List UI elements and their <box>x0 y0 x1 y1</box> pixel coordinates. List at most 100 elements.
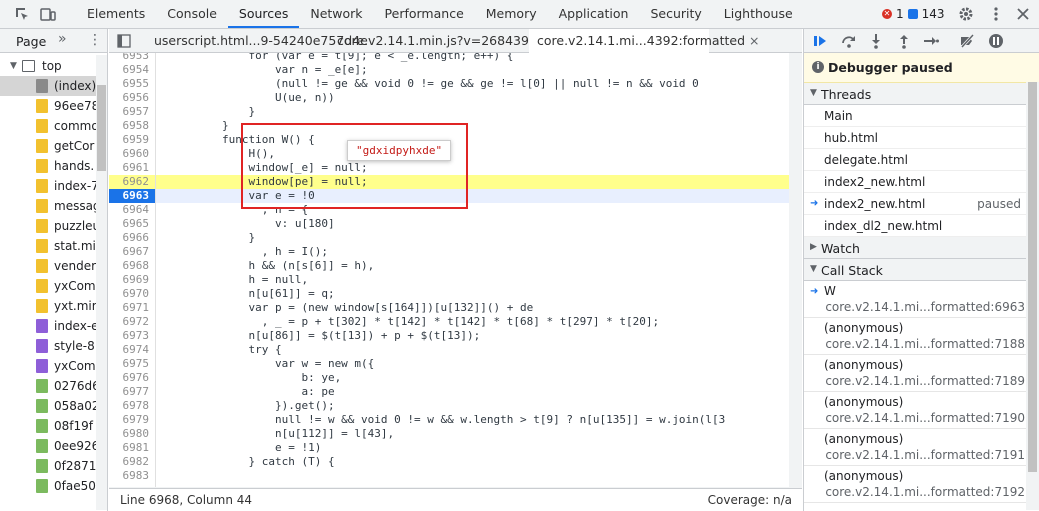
code-line[interactable]: 6974 try { <box>109 343 789 357</box>
navigator-file-item[interactable]: 0ee926 <box>0 436 96 456</box>
code-line[interactable]: 6965 v: u[180] <box>109 217 789 231</box>
navigator-scrollbar[interactable] <box>96 55 107 510</box>
line-number[interactable]: 6953 <box>109 53 150 63</box>
line-number[interactable]: 6976 <box>109 371 150 385</box>
line-number[interactable]: 6958 <box>109 119 150 133</box>
code-line[interactable]: 6957 } <box>109 105 789 119</box>
thread-item[interactable]: index_dl2_new.html <box>804 215 1039 237</box>
code-view[interactable]: 6953 for (var e = t[9]; e < _e.length; e… <box>109 53 789 488</box>
thread-item[interactable]: hub.html <box>804 127 1039 149</box>
navigator-file-item[interactable]: 96ee78 <box>0 96 96 116</box>
line-number[interactable]: 6982 <box>109 455 150 469</box>
navigator-file-item[interactable]: messag <box>0 196 96 216</box>
navigator-file-item[interactable]: 058a02 <box>0 396 96 416</box>
line-number[interactable]: 6957 <box>109 105 150 119</box>
navigator-menu-icon[interactable]: ⋮ <box>88 32 102 48</box>
call-frame[interactable]: ➜ Wcore.v2.14.1.mi...formatted:6963 <box>804 281 1039 318</box>
line-number[interactable]: 6956 <box>109 91 150 105</box>
thread-item[interactable]: ➜ index2_new.html paused <box>804 193 1039 215</box>
code-line[interactable]: 6973 n[u[86]] = $(t[13]) + p + $(t[13]); <box>109 329 789 343</box>
close-devtools-icon[interactable] <box>1015 6 1031 22</box>
close-tab-icon[interactable]: × <box>749 33 759 48</box>
navigator-file-item[interactable]: 0276d6 <box>0 376 96 396</box>
code-line[interactable]: 6972 , _ = p + t[302] * t[142] * t[142] … <box>109 315 789 329</box>
sidebar-scroll-thumb[interactable] <box>1028 82 1037 472</box>
line-number[interactable]: 6974 <box>109 343 150 357</box>
navigator-file-item[interactable]: index-7 <box>0 176 96 196</box>
code-line[interactable]: 6956 U(ue, n)) <box>109 91 789 105</box>
line-number[interactable]: 6955 <box>109 77 150 91</box>
code-vertical-scrollbar[interactable] <box>789 53 802 488</box>
navigator-file-item[interactable]: yxCom <box>0 276 96 296</box>
tree-item-top[interactable]: ▼ top <box>0 56 96 76</box>
line-number[interactable]: 6983 <box>109 469 150 483</box>
watch-section-header[interactable]: ▶ Watch <box>804 237 1039 259</box>
code-line[interactable]: 6966 } <box>109 231 789 245</box>
code-line[interactable]: 6983 <box>109 469 789 483</box>
code-line[interactable]: 6976 b: ye, <box>109 371 789 385</box>
code-line[interactable]: 6977 a: pe <box>109 385 789 399</box>
line-number[interactable]: 6978 <box>109 399 150 413</box>
step-icon[interactable] <box>923 33 939 49</box>
code-line[interactable]: 6979 null != w && void 0 != w && w.lengt… <box>109 413 789 427</box>
code-line[interactable]: 6982 } catch (T) { <box>109 455 789 469</box>
call-frame[interactable]: (anonymous) core.v2.14.1.mi...formatted:7… <box>804 355 1039 392</box>
panel-tab-security[interactable]: Security <box>639 0 712 28</box>
line-number[interactable]: 6979 <box>109 413 150 427</box>
navigator-file-item[interactable]: commo <box>0 116 96 136</box>
more-options-icon[interactable] <box>988 6 1004 22</box>
navigator-file-item[interactable]: index-e <box>0 316 96 336</box>
call-frame[interactable]: (anonymous) core.v2.14.1.mi...formatted:7… <box>804 318 1039 355</box>
navigator-file-item[interactable]: 0fae50 <box>0 476 96 496</box>
code-line[interactable]: 6970 n[u[61]] = q; <box>109 287 789 301</box>
line-number[interactable]: 6977 <box>109 385 150 399</box>
line-number[interactable]: 6971 <box>109 301 150 315</box>
threads-section-header[interactable]: ▼ Threads <box>804 83 1039 105</box>
navigator-scroll-thumb[interactable] <box>97 85 106 171</box>
line-number[interactable]: 6965 <box>109 217 150 231</box>
navigator-file-item[interactable]: style-8 <box>0 336 96 356</box>
code-line[interactable]: 6980 n[u[112]] = l[43], <box>109 427 789 441</box>
sidebar-scrollbar[interactable] <box>1026 82 1039 510</box>
line-number[interactable]: 6970 <box>109 287 150 301</box>
editor-tab[interactable]: core.v2.14.1.mi...4392:formatted × <box>529 29 760 53</box>
line-number[interactable]: 6968 <box>109 259 150 273</box>
navigator-file-item[interactable]: yxCom <box>0 356 96 376</box>
navigator-file-item[interactable]: yxt.mir <box>0 296 96 316</box>
line-number[interactable]: 6973 <box>109 329 150 343</box>
navigator-file-item[interactable]: stat.mi <box>0 236 96 256</box>
resume-icon[interactable] <box>812 33 828 49</box>
callstack-section-header[interactable]: ▼ Call Stack <box>804 259 1039 281</box>
line-number[interactable]: 6962 <box>109 175 150 189</box>
code-line[interactable]: 6969 h = null, <box>109 273 789 287</box>
issue-badges[interactable]: ✕ 1 143 <box>882 7 945 21</box>
line-number[interactable]: 6963 <box>109 189 155 203</box>
navigator-file-item[interactable]: (index) <box>0 76 96 96</box>
navigator-file-item[interactable]: 08f19f <box>0 416 96 436</box>
editor-tab[interactable]: core.v2.14.1.min.js?v=2684392 <box>329 29 537 53</box>
thread-item[interactable]: delegate.html <box>804 149 1039 171</box>
settings-gear-icon[interactable] <box>958 6 974 22</box>
line-number[interactable]: 6966 <box>109 231 150 245</box>
thread-item[interactable]: index2_new.html <box>804 171 1039 193</box>
line-number[interactable]: 6959 <box>109 133 150 147</box>
code-line[interactable]: 6955 (null != ge && void 0 != ge && ge !… <box>109 77 789 91</box>
navigator-more-tabs-icon[interactable]: » <box>58 31 67 47</box>
line-number[interactable]: 6980 <box>109 427 150 441</box>
line-number[interactable]: 6961 <box>109 161 150 175</box>
panel-tab-sources[interactable]: Sources <box>227 0 300 28</box>
panel-tab-elements[interactable]: Elements <box>76 0 156 28</box>
line-number[interactable]: 6967 <box>109 245 150 259</box>
call-frame[interactable]: (anonymous) core.v2.14.1.mi...formatted:7… <box>804 429 1039 466</box>
line-number[interactable]: 6975 <box>109 357 150 371</box>
code-line[interactable]: 6975 var w = new m({ <box>109 357 789 371</box>
code-line[interactable]: 6971 var p = (new window[s[164]])[u[132]… <box>109 301 789 315</box>
navigator-file-item[interactable]: vender <box>0 256 96 276</box>
code-line[interactable]: 6954 var n = _e[e]; <box>109 63 789 77</box>
navigator-file-item[interactable]: puzzleu <box>0 216 96 236</box>
toggle-navigator-icon[interactable] <box>117 34 131 48</box>
panel-tab-console[interactable]: Console <box>156 0 228 28</box>
panel-tab-lighthouse[interactable]: Lighthouse <box>713 0 804 28</box>
navigator-file-item[interactable]: hands. <box>0 156 96 176</box>
line-number[interactable]: 6960 <box>109 147 150 161</box>
